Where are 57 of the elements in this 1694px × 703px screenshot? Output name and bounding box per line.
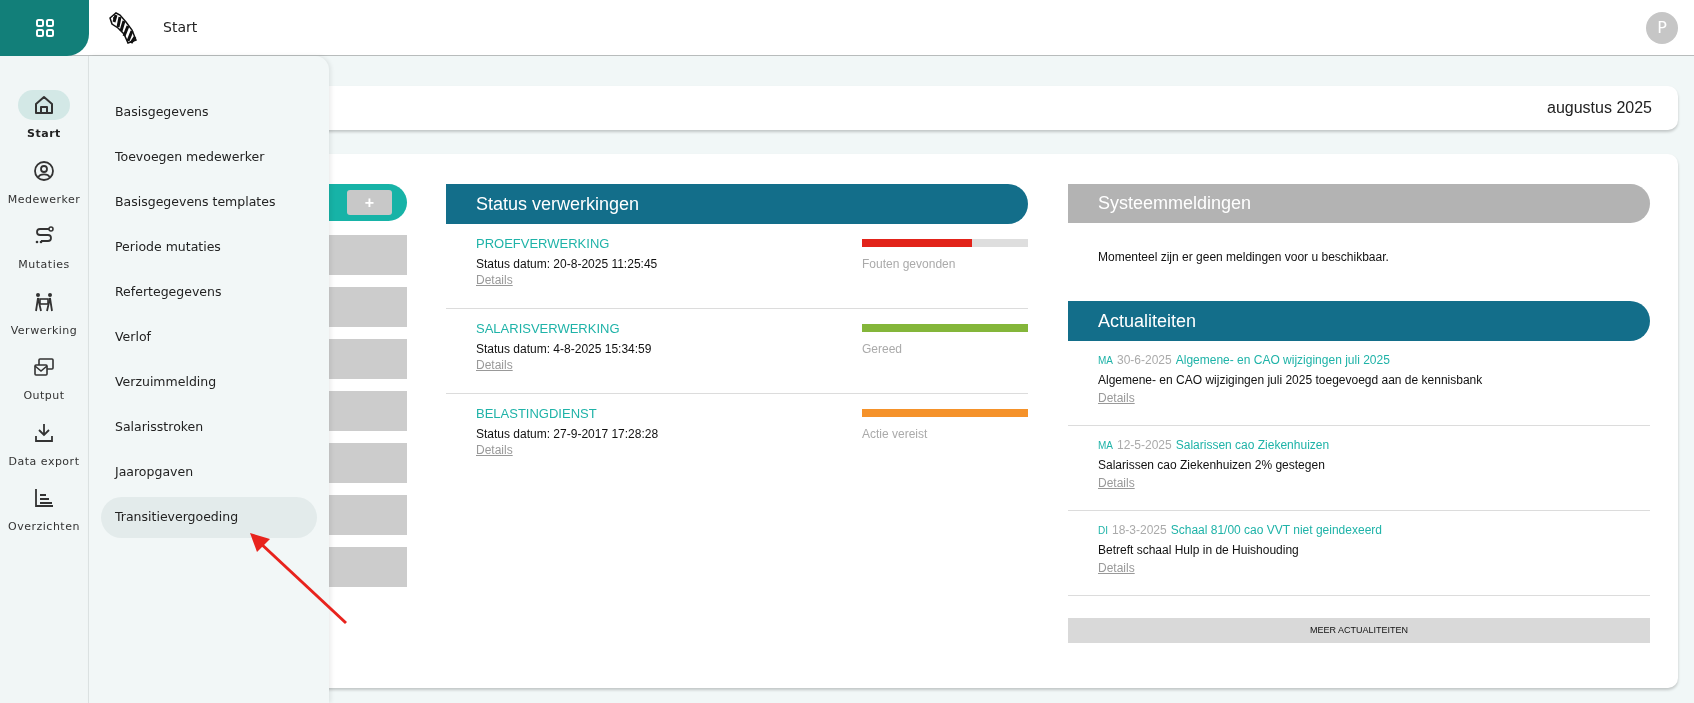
panel-title: Status verwerkingen: [476, 192, 640, 216]
user-icon: [33, 159, 55, 182]
submenu-item[interactable]: Toevoegen medewerker: [101, 137, 317, 178]
status-date: Status datum: 4-8-2025 15:34:59: [476, 341, 653, 357]
status-label: Gereed: [862, 341, 903, 358]
mail-stack-icon: [33, 356, 55, 378]
nav-item[interactable]: Data export: [4, 417, 84, 470]
news-date: 12-5-2025: [1117, 437, 1172, 454]
submenu-item[interactable]: Transitievergoeding: [101, 497, 317, 538]
panel-title: Systeemmeldingen: [1098, 192, 1252, 215]
news-day: MA: [1098, 437, 1113, 455]
nav-item[interactable]: Output: [4, 352, 84, 405]
tile[interactable]: [329, 547, 407, 587]
tile[interactable]: [329, 391, 407, 431]
process-name: PROEFVERWERKING: [476, 235, 611, 253]
submenu-item[interactable]: Jaaropgaven: [101, 452, 317, 493]
submenu-item[interactable]: Periode mutaties: [101, 227, 317, 268]
more-news-button[interactable]: MEER ACTUALITEITEN: [1068, 618, 1650, 643]
tile[interactable]: [329, 443, 407, 483]
tile[interactable]: [329, 287, 407, 327]
nav-item[interactable]: Mutaties: [4, 221, 84, 274]
list-chart-icon: [33, 487, 55, 509]
submenu-item[interactable]: Verzuimmelding: [101, 362, 317, 403]
submenu-item[interactable]: Verlof: [101, 317, 317, 358]
status-label: Actie vereist: [862, 426, 928, 443]
panel-title: Actualiteiten: [1098, 309, 1197, 333]
news-day: DI: [1098, 522, 1108, 540]
process-name: SALARISVERWERKING: [476, 320, 621, 338]
news-date: 30-6-2025: [1117, 352, 1172, 369]
submenu-item[interactable]: Refertegegevens: [101, 272, 317, 313]
tile[interactable]: [329, 339, 407, 379]
status-label: Fouten gevonden: [862, 256, 956, 273]
grid-icon: [35, 18, 54, 37]
news-date: 18-3-2025: [1112, 522, 1167, 539]
nav-item[interactable]: Medewerker: [4, 155, 84, 208]
news-day: MA: [1098, 352, 1113, 370]
nav-item[interactable]: Start: [4, 90, 84, 143]
download-icon: [33, 421, 55, 444]
system-message: Momenteel zijn er geen meldingen voor u beschikbaar.: [1098, 250, 1389, 264]
page-title: Start: [163, 18, 198, 37]
news-text: Salarissen cao Ziekenhuizen 2% gestegen: [1098, 457, 1326, 473]
submenu-item[interactable]: Salarisstroken: [101, 407, 317, 448]
submenu-item[interactable]: Basisgegevens: [101, 92, 317, 133]
submenu-item[interactable]: Basisgegevens templates: [101, 182, 317, 223]
tile[interactable]: [329, 495, 407, 535]
people-carrying-box-icon: [33, 290, 55, 313]
news-text: Algemene- en CAO wijzigingen juli 2025 toegevoegd aan de kennisbank: [1098, 372, 1484, 388]
nav-item[interactable]: Overzichten: [4, 483, 84, 536]
status-date: Status datum: 27-9-2017 17:28:28: [476, 426, 660, 442]
apps-menu-button[interactable]: [0, 0, 89, 56]
process-name: BELASTINGDIENST: [476, 405, 598, 423]
home-icon: [33, 94, 55, 116]
status-date: Status datum: 20-8-2025 11:25:45: [476, 256, 659, 272]
period-label: augustus 2025: [1547, 98, 1652, 118]
tile[interactable]: [329, 235, 407, 275]
news-text: Betreft schaal Hulp in de Huishouding: [1098, 542, 1300, 558]
nav-item[interactable]: Verwerking: [4, 286, 84, 339]
